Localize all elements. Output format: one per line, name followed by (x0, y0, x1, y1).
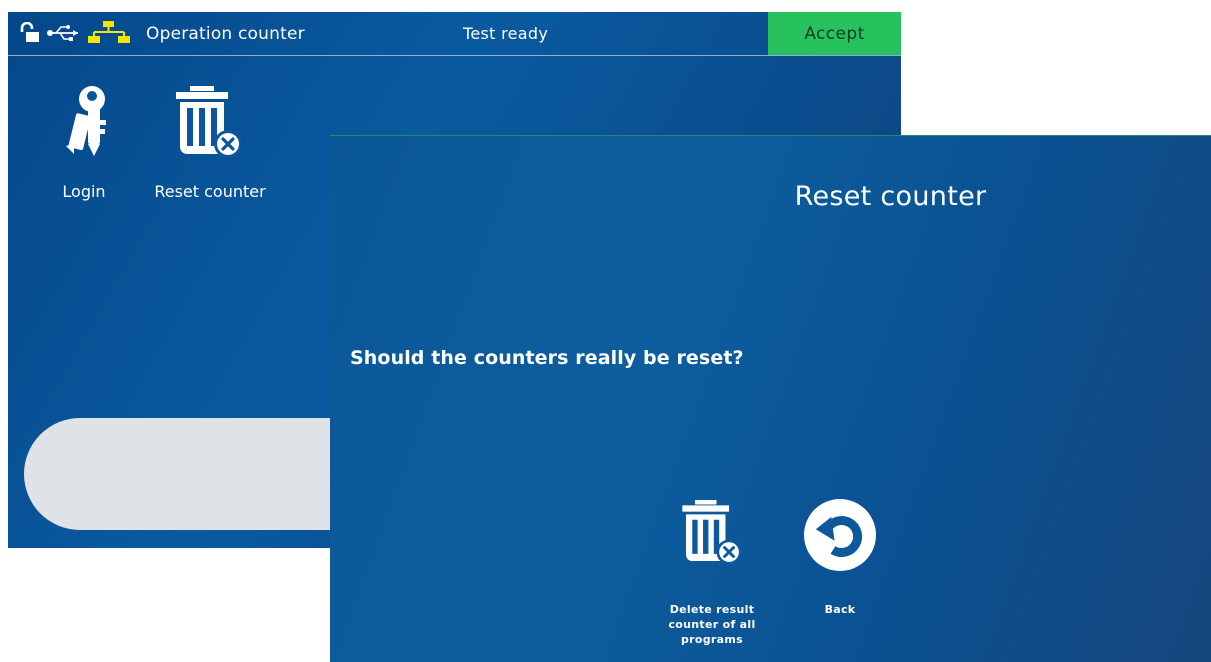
delete-label-line: counter of all (668, 618, 756, 631)
dialog-title: Reset counter (794, 181, 987, 212)
undo-arrow-icon (803, 498, 877, 572)
keys-icon (62, 82, 112, 166)
reset-counter-label: Reset counter (154, 182, 266, 201)
reset-counter-dialog: Reset counter Should the counters really… (330, 135, 1211, 662)
top-bar: Operation counter Test ready Accept (8, 12, 901, 56)
delete-label-line: Delete result (669, 603, 755, 616)
back-label: Back (824, 603, 856, 616)
unlock-icon[interactable] (18, 21, 40, 48)
usb-icon (46, 22, 82, 48)
back-button[interactable]: Back (800, 498, 880, 617)
delete-result-counter-button[interactable]: Delete result counter of all programs (650, 498, 774, 647)
delete-label-line: programs (681, 633, 743, 646)
status-text: Test ready (463, 24, 549, 43)
trash-delete-icon (677, 498, 747, 572)
login-label: Login (62, 182, 106, 201)
confirmation-question: Should the counters really be reset? (350, 347, 744, 369)
login-tile[interactable]: Login (44, 82, 124, 202)
accept-button[interactable]: Accept (768, 12, 901, 55)
screen: Operation counter Test ready Accept Logi… (0, 0, 1211, 662)
network-icon (88, 20, 130, 48)
reset-counter-tile[interactable]: Reset counter (146, 86, 274, 202)
trash-delete-icon (170, 86, 248, 168)
page-title: Operation counter (146, 24, 305, 44)
